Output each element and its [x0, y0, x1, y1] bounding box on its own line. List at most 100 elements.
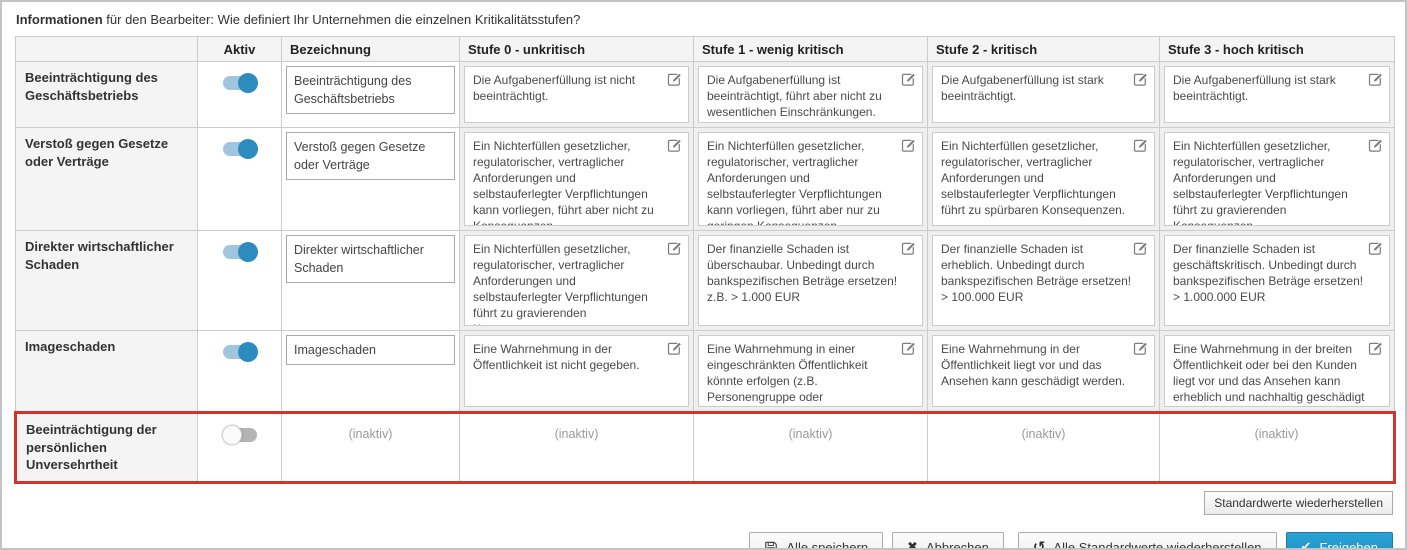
- table-row: Direkter wirtschaftlicher Schaden Direkt…: [16, 231, 1395, 331]
- stufe-description: Eine Wahrnehmung in der breiten Öffentli…: [1173, 341, 1367, 407]
- toggle-knob: [222, 425, 242, 445]
- restore-all-defaults-label: Alle Standardwerte wiederherstellen: [1053, 540, 1261, 550]
- stufe-description: Ein Nichterfüllen gesetzlicher, regulato…: [707, 138, 900, 226]
- aktiv-cell: [198, 331, 282, 413]
- restore-defaults-button[interactable]: Standardwerte wiederherstellen: [1204, 491, 1393, 515]
- stufe0-cell: Ein Nichterfüllen gesetzlicher, regulato…: [460, 231, 694, 331]
- stufe-description: Eine Wahrnehmung in einer eingeschränkte…: [707, 341, 900, 407]
- edit-icon[interactable]: [1133, 138, 1148, 153]
- edit-icon[interactable]: [901, 241, 916, 256]
- table-row: Beeinträchtigung des Geschäftsbetriebs B…: [16, 62, 1395, 128]
- stufe3-cell-inactive: (inaktiv): [1160, 413, 1395, 483]
- stufe0-cell: Ein Nichterfüllen gesetzlicher, regulato…: [460, 128, 694, 231]
- bezeichnung-input[interactable]: Verstoß gegen Gesetze oder Verträge: [286, 132, 455, 180]
- stufe0-cell-inactive: (inaktiv): [460, 413, 694, 483]
- stufe-description: Die Aufgabenerfüllung ist beeinträchtigt…: [707, 72, 900, 120]
- stufe2-cell: Die Aufgabenerfüllung ist stark beeinträ…: [928, 62, 1160, 128]
- stufe1-cell: Der finanzielle Schaden ist überschaubar…: [694, 231, 928, 331]
- header-empty: [16, 37, 198, 62]
- stufe2-cell: Ein Nichterfüllen gesetzlicher, regulato…: [928, 128, 1160, 231]
- bezeichnung-input[interactable]: Imageschaden: [286, 335, 455, 365]
- active-toggle[interactable]: [221, 73, 259, 93]
- info-text: Informationen für den Bearbeiter: Wie de…: [16, 12, 1393, 27]
- table-row: Imageschaden Imageschaden Eine Wahrnehmu…: [16, 331, 1395, 413]
- cancel-label: Abbrechen: [926, 540, 989, 550]
- aktiv-cell: [198, 62, 282, 128]
- edit-icon[interactable]: [1133, 72, 1148, 87]
- bezeichnung-cell: Verstoß gegen Gesetze oder Verträge: [282, 128, 460, 231]
- edit-icon[interactable]: [1368, 72, 1383, 87]
- edit-icon[interactable]: [901, 72, 916, 87]
- toggle-knob: [238, 242, 258, 262]
- cancel-x-icon: ✖: [907, 541, 918, 550]
- table-row-inactive-highlighted: Beeinträchtigung der persönlichen Unvers…: [16, 413, 1395, 483]
- edit-icon[interactable]: [901, 138, 916, 153]
- edit-icon[interactable]: [667, 72, 682, 87]
- stufe0-cell: Eine Wahrnehmung in der Öffentlichkeit i…: [460, 331, 694, 413]
- edit-icon[interactable]: [1368, 341, 1383, 356]
- table-header-row: Aktiv Bezeichnung Stufe 0 - unkritisch S…: [16, 37, 1395, 62]
- info-text-bold: Informationen: [16, 12, 103, 27]
- inactive-label: (inaktiv): [1255, 427, 1299, 441]
- bezeichnung-cell-inactive: (inaktiv): [282, 413, 460, 483]
- release-label: Freigeben: [1319, 540, 1378, 550]
- edit-icon[interactable]: [667, 341, 682, 356]
- aktiv-cell: [198, 231, 282, 331]
- stufe3-cell: Eine Wahrnehmung in der breiten Öffentli…: [1160, 331, 1395, 413]
- stufe1-cell: Ein Nichterfüllen gesetzlicher, regulato…: [694, 128, 928, 231]
- row-label: Beeinträchtigung des Geschäftsbetriebs: [16, 62, 198, 128]
- info-text-rest: für den Bearbeiter: Wie definiert Ihr Un…: [103, 12, 581, 27]
- stufe2-cell: Eine Wahrnehmung in der Öffentlichkeit l…: [928, 331, 1160, 413]
- inactive-label: (inaktiv): [555, 427, 599, 441]
- toggle-knob: [238, 139, 258, 159]
- edit-icon[interactable]: [667, 241, 682, 256]
- header-aktiv: Aktiv: [198, 37, 282, 62]
- stufe3-cell: Die Aufgabenerfüllung ist stark beeinträ…: [1160, 62, 1395, 128]
- stufe-description: Eine Wahrnehmung in der Öffentlichkeit i…: [473, 341, 666, 373]
- active-toggle[interactable]: [221, 425, 259, 445]
- bezeichnung-input[interactable]: Beeinträchtigung des Geschäftsbetriebs: [286, 66, 455, 114]
- active-toggle[interactable]: [221, 139, 259, 159]
- row-label: Direkter wirtschaftlicher Schaden: [16, 231, 198, 331]
- stufe-description: Ein Nichterfüllen gesetzlicher, regulato…: [473, 138, 666, 226]
- inactive-label: (inaktiv): [1022, 427, 1066, 441]
- stufe1-cell: Die Aufgabenerfüllung ist beeinträchtigt…: [694, 62, 928, 128]
- stufe2-cell-inactive: (inaktiv): [928, 413, 1160, 483]
- table-row: Verstoß gegen Gesetze oder Verträge Vers…: [16, 128, 1395, 231]
- toggle-knob: [238, 73, 258, 93]
- edit-icon[interactable]: [901, 341, 916, 356]
- header-stufe0: Stufe 0 - unkritisch: [460, 37, 694, 62]
- stufe-description: Der finanzielle Schaden ist erheblich. U…: [941, 241, 1132, 305]
- undo-icon: ↺: [1033, 540, 1046, 550]
- header-stufe2: Stufe 2 - kritisch: [928, 37, 1160, 62]
- bezeichnung-cell: Beeinträchtigung des Geschäftsbetriebs: [282, 62, 460, 128]
- cancel-button[interactable]: ✖ Abbrechen: [892, 532, 1004, 550]
- stufe-description: Die Aufgabenerfüllung ist stark beeinträ…: [941, 72, 1132, 104]
- edit-icon[interactable]: [1368, 138, 1383, 153]
- stufe-description: Ein Nichterfüllen gesetzlicher, regulato…: [941, 138, 1132, 218]
- edit-icon[interactable]: [1368, 241, 1383, 256]
- row-label: Imageschaden: [16, 331, 198, 413]
- bezeichnung-cell: Direkter wirtschaftlicher Schaden: [282, 231, 460, 331]
- edit-icon[interactable]: [667, 138, 682, 153]
- row-label: Verstoß gegen Gesetze oder Verträge: [16, 128, 198, 231]
- save-all-button[interactable]: Alle speichern: [749, 532, 883, 550]
- edit-icon[interactable]: [1133, 341, 1148, 356]
- stufe-description: Eine Wahrnehmung in der Öffentlichkeit l…: [941, 341, 1132, 389]
- stufe-description: Die Aufgabenerfüllung ist nicht beeinträ…: [473, 72, 666, 104]
- release-button[interactable]: ✔ Freigeben: [1286, 532, 1393, 550]
- check-icon: ✔: [1301, 541, 1312, 550]
- edit-icon[interactable]: [1133, 241, 1148, 256]
- stufe2-cell: Der finanzielle Schaden ist erheblich. U…: [928, 231, 1160, 331]
- bezeichnung-input[interactable]: Direkter wirtschaftlicher Schaden: [286, 235, 455, 283]
- restore-all-defaults-button[interactable]: ↺ Alle Standardwerte wiederherstellen: [1018, 532, 1277, 550]
- stufe1-cell-inactive: (inaktiv): [694, 413, 928, 483]
- stufe-description: Ein Nichterfüllen gesetzlicher, regulato…: [1173, 138, 1367, 226]
- stufe-description: Ein Nichterfüllen gesetzlicher, regulato…: [473, 241, 666, 326]
- criticality-table: Aktiv Bezeichnung Stufe 0 - unkritisch S…: [14, 36, 1396, 484]
- header-stufe3: Stufe 3 - hoch kritisch: [1160, 37, 1395, 62]
- active-toggle[interactable]: [221, 242, 259, 262]
- stufe-description: Der finanzielle Schaden ist überschaubar…: [707, 241, 900, 305]
- active-toggle[interactable]: [221, 342, 259, 362]
- save-all-label: Alle speichern: [786, 540, 868, 550]
